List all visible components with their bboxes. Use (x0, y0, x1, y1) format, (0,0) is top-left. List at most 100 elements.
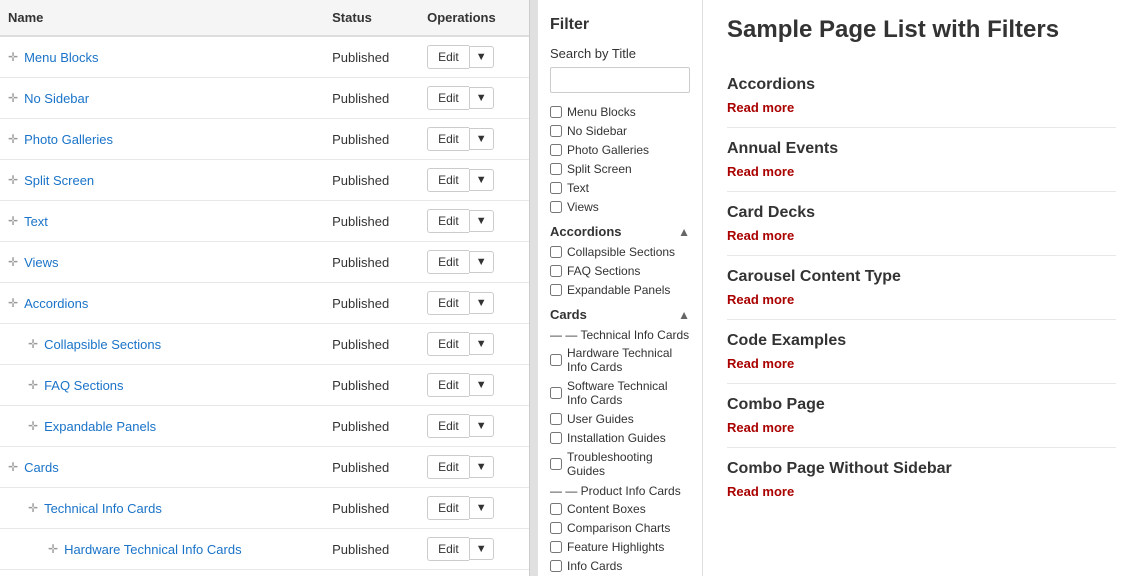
dropdown-button[interactable]: ▼ (469, 46, 494, 68)
read-more-link[interactable]: Read more (727, 164, 794, 179)
page-link[interactable]: Expandable Panels (44, 419, 156, 434)
dropdown-button[interactable]: ▼ (469, 333, 494, 355)
edit-button[interactable]: Edit (427, 414, 469, 438)
read-more-link[interactable]: Read more (727, 100, 794, 115)
page-link[interactable]: FAQ Sections (44, 378, 123, 393)
dropdown-button[interactable]: ▼ (469, 292, 494, 314)
page-link[interactable]: Hardware Technical Info Cards (64, 542, 242, 557)
filter-checkbox[interactable] (550, 387, 562, 399)
filter-checkbox[interactable] (550, 201, 562, 213)
table-row: ✛Software Technical Info CardsPublishedE… (0, 570, 529, 576)
search-input[interactable] (550, 67, 690, 93)
page-link[interactable]: Accordions (24, 296, 88, 311)
edit-button[interactable]: Edit (427, 455, 469, 479)
read-more-link[interactable]: Read more (727, 356, 794, 371)
drag-icon[interactable]: ✛ (8, 50, 18, 64)
filter-label[interactable]: Comparison Charts (567, 521, 670, 535)
filter-checkbox[interactable] (550, 354, 562, 366)
filter-label[interactable]: Troubleshooting Guides (567, 450, 690, 478)
drag-icon[interactable]: ✛ (8, 296, 18, 310)
filter-label[interactable]: Photo Galleries (567, 143, 649, 157)
dropdown-button[interactable]: ▼ (469, 87, 494, 109)
dropdown-button[interactable]: ▼ (469, 251, 494, 273)
drag-icon[interactable]: ✛ (8, 132, 18, 146)
section-toggle-button[interactable]: ▲ (678, 225, 690, 239)
page-link[interactable]: Views (24, 255, 58, 270)
page-link[interactable]: No Sidebar (24, 91, 89, 106)
filter-label[interactable]: Text (567, 181, 589, 195)
dropdown-button[interactable]: ▼ (469, 374, 494, 396)
edit-button[interactable]: Edit (427, 250, 469, 274)
filter-checkbox[interactable] (550, 541, 562, 553)
drag-icon[interactable]: ✛ (8, 460, 18, 474)
status-cell: Published (324, 242, 419, 283)
page-link[interactable]: Photo Galleries (24, 132, 113, 147)
dropdown-button[interactable]: ▼ (469, 210, 494, 232)
dropdown-button[interactable]: ▼ (469, 497, 494, 519)
read-more-link[interactable]: Read more (727, 420, 794, 435)
edit-button[interactable]: Edit (427, 373, 469, 397)
page-link[interactable]: Cards (24, 460, 59, 475)
drag-icon[interactable]: ✛ (8, 255, 18, 269)
page-link[interactable]: Text (24, 214, 48, 229)
filter-label[interactable]: No Sidebar (567, 124, 627, 138)
filter-checkbox[interactable] (550, 163, 562, 175)
dropdown-button[interactable]: ▼ (469, 456, 494, 478)
filter-label[interactable]: Software Technical Info Cards (567, 379, 690, 407)
read-more-link[interactable]: Read more (727, 484, 794, 499)
filter-checkbox[interactable] (550, 503, 562, 515)
section-toggle-button[interactable]: ▲ (678, 308, 690, 322)
drag-icon[interactable]: ✛ (28, 337, 38, 351)
filter-label[interactable]: Feature Highlights (567, 540, 664, 554)
page-link[interactable]: Menu Blocks (24, 50, 98, 65)
drag-icon[interactable]: ✛ (8, 91, 18, 105)
filter-label[interactable]: Collapsible Sections (567, 245, 675, 259)
drag-icon[interactable]: ✛ (28, 501, 38, 515)
filter-checkbox[interactable] (550, 458, 562, 470)
filter-label[interactable]: Info Cards (567, 559, 622, 573)
filter-checkbox[interactable] (550, 106, 562, 118)
filter-checkbox[interactable] (550, 413, 562, 425)
filter-checkbox[interactable] (550, 144, 562, 156)
filter-label[interactable]: Installation Guides (567, 431, 666, 445)
edit-button[interactable]: Edit (427, 291, 469, 315)
filter-checkbox[interactable] (550, 560, 562, 572)
drag-icon[interactable]: ✛ (48, 542, 58, 556)
filter-checkbox[interactable] (550, 125, 562, 137)
edit-button[interactable]: Edit (427, 537, 469, 561)
read-more-link[interactable]: Read more (727, 292, 794, 307)
filter-checkbox[interactable] (550, 182, 562, 194)
drag-icon[interactable]: ✛ (8, 173, 18, 187)
filter-checkbox[interactable] (550, 265, 562, 277)
edit-button[interactable]: Edit (427, 127, 469, 151)
read-more-link[interactable]: Read more (727, 228, 794, 243)
dropdown-button[interactable]: ▼ (469, 128, 494, 150)
filter-label[interactable]: Expandable Panels (567, 283, 670, 297)
filter-label[interactable]: FAQ Sections (567, 264, 640, 278)
edit-button[interactable]: Edit (427, 209, 469, 233)
filter-checkbox[interactable] (550, 246, 562, 258)
filter-label[interactable]: Views (567, 200, 599, 214)
drag-icon[interactable]: ✛ (8, 214, 18, 228)
filter-checkbox[interactable] (550, 284, 562, 296)
filter-label[interactable]: Menu Blocks (567, 105, 636, 119)
edit-button[interactable]: Edit (427, 332, 469, 356)
drag-icon[interactable]: ✛ (28, 378, 38, 392)
filter-label[interactable]: User Guides (567, 412, 634, 426)
page-link[interactable]: Technical Info Cards (44, 501, 162, 516)
filter-label[interactable]: Hardware Technical Info Cards (567, 346, 690, 374)
page-link[interactable]: Split Screen (24, 173, 94, 188)
dropdown-button[interactable]: ▼ (469, 538, 494, 560)
edit-button[interactable]: Edit (427, 496, 469, 520)
edit-button[interactable]: Edit (427, 86, 469, 110)
filter-label[interactable]: Content Boxes (567, 502, 646, 516)
edit-button[interactable]: Edit (427, 45, 469, 69)
filter-checkbox[interactable] (550, 522, 562, 534)
page-link[interactable]: Collapsible Sections (44, 337, 161, 352)
filter-label[interactable]: Split Screen (567, 162, 632, 176)
edit-button[interactable]: Edit (427, 168, 469, 192)
dropdown-button[interactable]: ▼ (469, 169, 494, 191)
dropdown-button[interactable]: ▼ (469, 415, 494, 437)
drag-icon[interactable]: ✛ (28, 419, 38, 433)
filter-checkbox[interactable] (550, 432, 562, 444)
